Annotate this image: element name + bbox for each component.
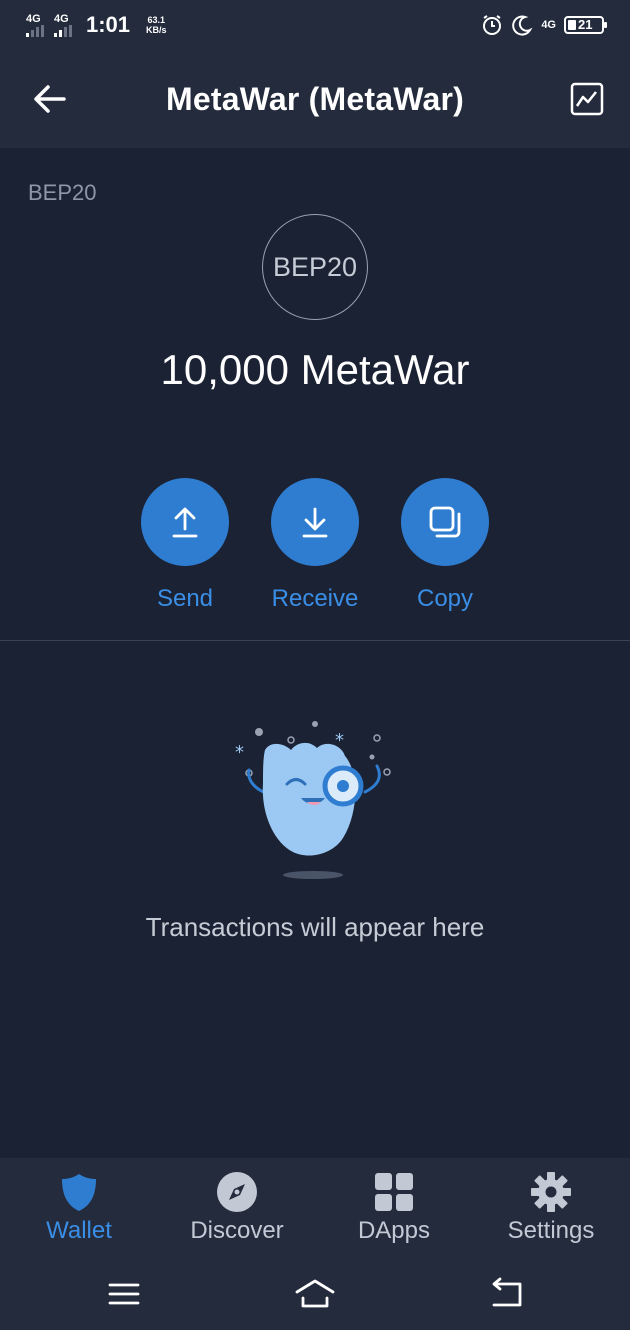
arrow-left-icon[interactable] [32, 82, 68, 116]
send-icon-circle[interactable] [141, 478, 229, 566]
nav-settings[interactable]: Settings [472, 1170, 630, 1245]
nav-discover[interactable]: Discover [158, 1170, 316, 1245]
grid-icon [375, 1173, 413, 1211]
copy-button[interactable]: Copy [380, 478, 510, 613]
mobile-data-label: 4G [541, 19, 556, 31]
nav-settings-label: Settings [507, 1217, 595, 1244]
copy-icon-circle[interactable] [401, 478, 489, 566]
nav-wallet[interactable]: Wallet [0, 1170, 158, 1245]
copy-label: Copy [416, 585, 474, 612]
nav-dapps-label: DApps [357, 1217, 431, 1244]
clock: 1:01 [86, 12, 131, 37]
speed-value: 63.1 [147, 15, 166, 25]
token-balance: 10,000 MetaWar [160, 346, 470, 393]
send-button[interactable]: Send [120, 478, 250, 613]
receive-label: Receive [271, 585, 359, 612]
home-icon[interactable] [293, 1276, 337, 1312]
back-icon[interactable] [484, 1276, 528, 1312]
copy-icon [429, 506, 461, 538]
chart-icon[interactable] [570, 82, 604, 116]
receive-icon-circle[interactable] [271, 478, 359, 566]
token-logo-text: BEP20 [272, 251, 358, 282]
moon-icon [512, 15, 533, 36]
empty-state-message: Transactions will appear here [145, 912, 485, 942]
section-divider [0, 640, 630, 641]
sim2-label: 4G [54, 12, 69, 25]
sim1-signal: 4G [26, 12, 44, 37]
token-logo: BEP20 [262, 214, 368, 320]
gear-icon [531, 1172, 571, 1212]
sim1-label: 4G [26, 12, 41, 25]
bottom-navigation: Wallet Discover DApps Settings [0, 1158, 630, 1258]
network-label: BEP20 [28, 180, 97, 205]
page-title: MetaWar (MetaWar) [166, 80, 464, 117]
shield-icon [62, 1174, 96, 1211]
alarm-icon [483, 15, 502, 35]
system-navigation-bar [0, 1258, 630, 1330]
menu-icon[interactable] [102, 1276, 146, 1312]
svg-text:*: * [235, 742, 244, 763]
empty-state-mascot-illustration: * * [235, 721, 391, 879]
battery-level: 21 [578, 17, 593, 32]
nav-discover-label: Discover [190, 1217, 284, 1244]
nav-wallet-label: Wallet [46, 1217, 112, 1244]
send-label: Send [156, 585, 214, 612]
upload-arrow-icon [172, 507, 198, 538]
nav-dapps[interactable]: DApps [315, 1170, 473, 1245]
download-arrow-icon [302, 507, 328, 538]
sim2-signal: 4G [54, 12, 72, 37]
speed-unit: KB/s [146, 25, 167, 35]
top-app-bar: MetaWar (MetaWar) [0, 50, 630, 148]
battery-icon: 21 [564, 16, 607, 34]
network-speed: 63.1 KB/s [146, 15, 167, 35]
receive-button[interactable]: Receive [250, 478, 380, 613]
compass-icon [217, 1172, 257, 1212]
status-bar: 4G 4G 1:01 63.1 KB/s 4G 21 [0, 0, 630, 50]
